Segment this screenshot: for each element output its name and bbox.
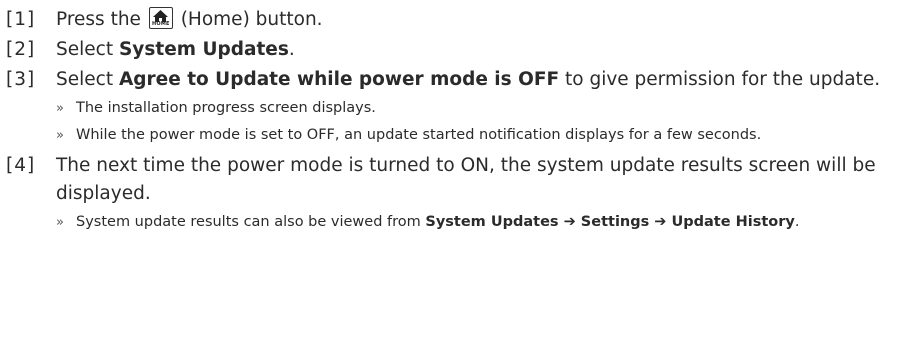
step-text: . [288, 39, 295, 60]
step-4: [4] The next time the power mode is turn… [6, 152, 911, 233]
result-marker: » [56, 128, 64, 143]
home-icon: HOME [148, 7, 173, 29]
menu-path: System Updates ➔ Settings ➔ Update Histo… [425, 214, 795, 230]
step-text: Press the [56, 9, 141, 30]
result-item: » System update results can also be view… [56, 212, 911, 233]
step-1: [1] Press the HOME (Home) button. [6, 6, 911, 34]
result-text: System update results can also be viewed… [76, 214, 421, 230]
step-text: Select [56, 39, 114, 60]
step-number: [4] [6, 155, 36, 176]
result-text: . [794, 214, 800, 230]
menu-item-name: System Updates [118, 39, 289, 60]
instruction-page: [1] Press the HOME (Home) button. [2] Se… [0, 0, 919, 353]
step-number: [3] [6, 69, 36, 90]
step-text: to give permission for the update. [565, 69, 881, 90]
result-text: While the power mode is set to OFF, an u… [76, 127, 762, 143]
result-marker: » [56, 215, 64, 230]
result-list: » System update results can also be view… [56, 212, 911, 233]
result-item: » The installation progress screen displ… [56, 98, 911, 119]
step-text: Select [56, 69, 114, 90]
result-text: The installation progress screen display… [76, 100, 376, 116]
result-item: » While the power mode is set to OFF, an… [56, 125, 911, 146]
step-number: [1] [6, 9, 36, 30]
step-text: (Home) button. [180, 9, 323, 30]
home-icon-label: HOME [152, 21, 170, 27]
step-number: [2] [6, 39, 36, 60]
result-marker: » [56, 101, 64, 116]
menu-item-name: Agree to Update while power mode is OFF [118, 69, 560, 90]
step-text: The next time the power mode is turned t… [56, 155, 876, 204]
step-3: [3] Select Agree to Update while power m… [6, 66, 911, 146]
step-list: [1] Press the HOME (Home) button. [2] Se… [6, 6, 911, 239]
step-2: [2] Select System Updates. [6, 36, 911, 64]
result-list: » The installation progress screen displ… [56, 98, 911, 146]
